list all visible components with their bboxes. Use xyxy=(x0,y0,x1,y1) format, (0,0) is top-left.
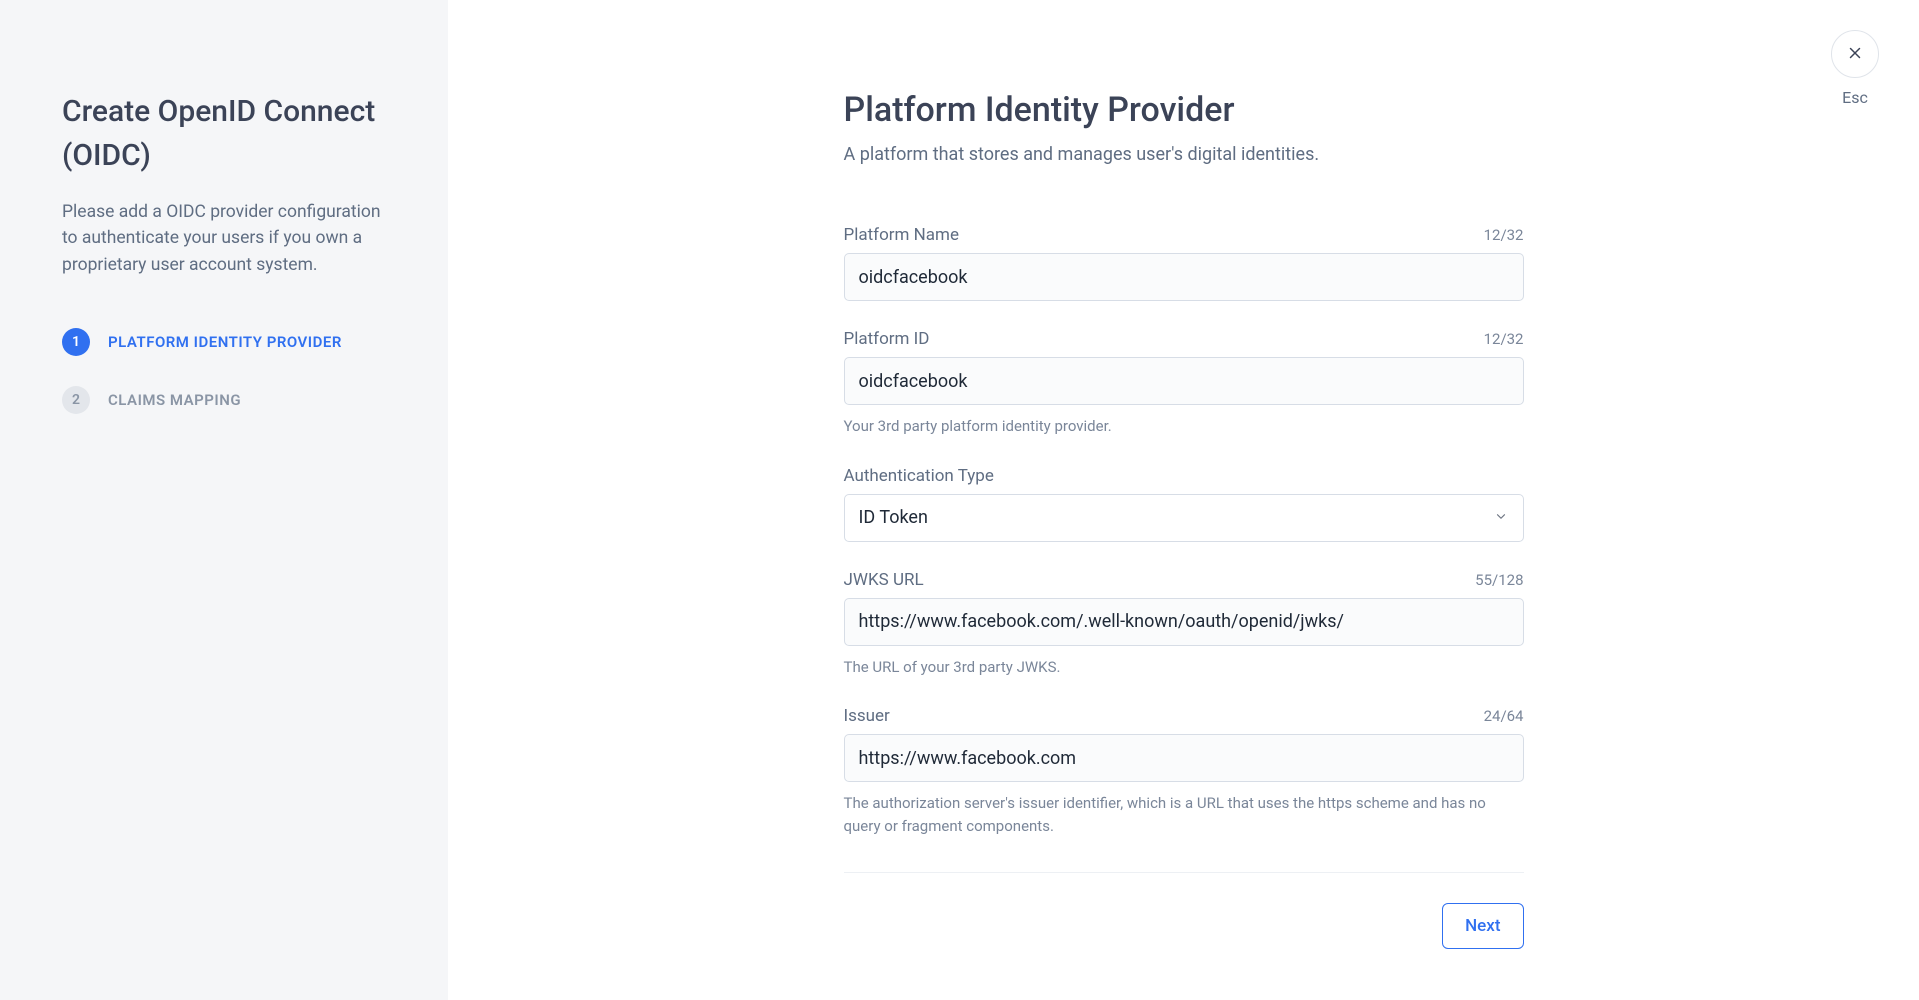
page-title: Platform Identity Provider xyxy=(844,90,1524,130)
form-divider xyxy=(844,872,1524,873)
step-claims-mapping[interactable]: 2 CLAIMS MAPPING xyxy=(62,386,388,414)
next-button[interactable]: Next xyxy=(1442,903,1523,949)
platform-name-input[interactable] xyxy=(844,253,1524,301)
auth-type-select[interactable]: ID Token xyxy=(844,494,1524,542)
field-platform-name: Platform Name 12/32 xyxy=(844,225,1524,301)
close-button[interactable] xyxy=(1831,30,1879,78)
jwks-label: JWKS URL xyxy=(844,570,924,590)
close-area: Esc xyxy=(1831,30,1879,107)
jwks-help: The URL of your 3rd party JWKS. xyxy=(844,656,1524,679)
main-panel: Esc Platform Identity Provider A platfor… xyxy=(448,0,1919,1000)
auth-type-label: Authentication Type xyxy=(844,466,994,486)
wizard-sidebar: Create OpenID Connect (OIDC) Please add … xyxy=(0,0,448,1000)
field-jwks-url: JWKS URL 55/128 The URL of your 3rd part… xyxy=(844,570,1524,679)
esc-label: Esc xyxy=(1831,88,1879,107)
platform-name-label: Platform Name xyxy=(844,225,959,245)
platform-id-counter: 12/32 xyxy=(1484,330,1524,348)
issuer-help: The authorization server's issuer identi… xyxy=(844,792,1524,837)
step-label: PLATFORM IDENTITY PROVIDER xyxy=(108,333,342,351)
field-platform-id: Platform ID 12/32 Your 3rd party platfor… xyxy=(844,329,1524,438)
platform-id-input[interactable] xyxy=(844,357,1524,405)
field-auth-type: Authentication Type ID Token xyxy=(844,466,1524,542)
field-issuer: Issuer 24/64 The authorization server's … xyxy=(844,706,1524,837)
platform-name-counter: 12/32 xyxy=(1484,226,1524,244)
platform-id-label: Platform ID xyxy=(844,329,930,349)
step-platform-identity-provider[interactable]: 1 PLATFORM IDENTITY PROVIDER xyxy=(62,328,388,356)
issuer-counter: 24/64 xyxy=(1484,707,1524,725)
step-label: CLAIMS MAPPING xyxy=(108,391,241,409)
page-subtitle: A platform that stores and manages user'… xyxy=(844,144,1524,165)
platform-id-help: Your 3rd party platform identity provide… xyxy=(844,415,1524,438)
sidebar-title: Create OpenID Connect (OIDC) xyxy=(62,90,388,177)
sidebar-description: Please add a OIDC provider configuration… xyxy=(62,199,388,278)
jwks-url-input[interactable] xyxy=(844,598,1524,646)
issuer-label: Issuer xyxy=(844,706,890,726)
step-number-badge: 2 xyxy=(62,386,90,414)
close-icon xyxy=(1846,44,1864,65)
form-actions: Next xyxy=(844,903,1524,949)
issuer-input[interactable] xyxy=(844,734,1524,782)
form-container: Platform Identity Provider A platform th… xyxy=(844,90,1524,950)
step-number-badge: 1 xyxy=(62,328,90,356)
jwks-counter: 55/128 xyxy=(1475,571,1523,589)
wizard-steps: 1 PLATFORM IDENTITY PROVIDER 2 CLAIMS MA… xyxy=(62,328,388,414)
